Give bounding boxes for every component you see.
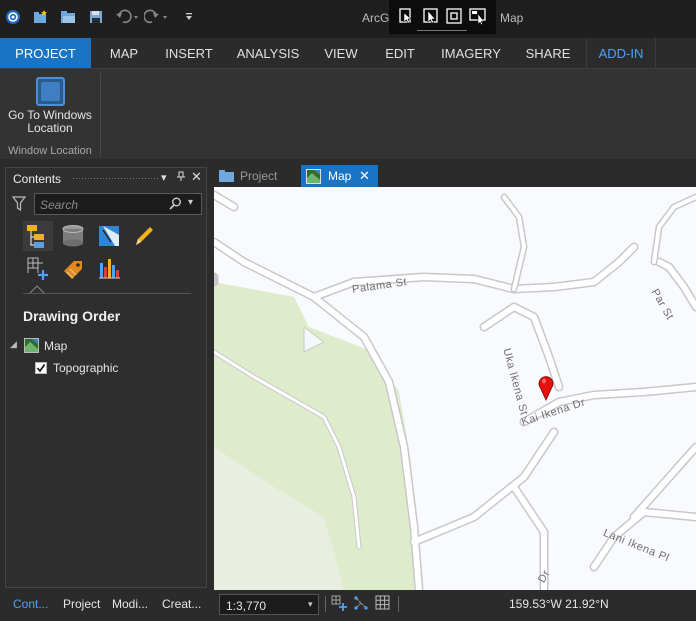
map-tab-icon bbox=[306, 169, 321, 187]
coordinate-readout: 159.53°W 21.92°N bbox=[509, 597, 609, 611]
view-tab-map-label: Map bbox=[328, 169, 352, 183]
tab-catalog-project[interactable]: Project bbox=[63, 597, 100, 611]
pin-icon[interactable] bbox=[176, 171, 186, 185]
list-by-snapping-icon[interactable] bbox=[23, 253, 53, 283]
tree-item-map[interactable]: ◢ Map bbox=[10, 338, 200, 354]
window-title-map: Map bbox=[500, 11, 524, 25]
tab-imagery[interactable]: IMAGERY bbox=[432, 38, 510, 68]
map-icon bbox=[24, 338, 39, 356]
status-separator bbox=[325, 596, 326, 612]
tab-modify-features[interactable]: Modi... bbox=[112, 597, 148, 611]
ribbon-tabs: PROJECT MAP INSERT ANALYSIS VIEW EDIT IM… bbox=[0, 38, 696, 68]
snapping-icon[interactable] bbox=[353, 595, 369, 614]
pane-menu-icon[interactable]: ▾ bbox=[161, 171, 167, 184]
map-view[interactable]: Palama St Uka Ikena St Kai Ikena Dr Par … bbox=[214, 187, 696, 590]
contents-pane: Contents ▾ ✕ Search ▾ Drawing Order ◢ Ma… bbox=[5, 167, 207, 588]
grid-icon[interactable] bbox=[375, 595, 390, 613]
search-input[interactable]: Search ▾ bbox=[34, 193, 202, 215]
pane-bottom-tabs: Cont... Project Modi... Creat... bbox=[5, 589, 207, 621]
list-charts-icon[interactable] bbox=[94, 253, 124, 283]
scale-value: 1:3,770 bbox=[226, 599, 267, 613]
map-status-bar: 1:3,770 ▾ 159.53°W 21.92°N bbox=[213, 590, 696, 621]
view-divider bbox=[23, 293, 191, 294]
contents-title: Contents bbox=[13, 172, 62, 186]
drawing-order-heading: Drawing Order bbox=[23, 308, 121, 324]
map-canvas bbox=[214, 190, 696, 590]
project-folder-icon bbox=[219, 169, 234, 185]
view-tab-project-label: Project bbox=[240, 169, 278, 183]
tab-create-features[interactable]: Creat... bbox=[162, 597, 201, 611]
ribbon-separator bbox=[100, 73, 101, 157]
arcgis-logo-icon[interactable] bbox=[4, 8, 22, 26]
title-bar: ArcG Map bbox=[0, 0, 696, 38]
tab-add-in[interactable]: ADD-IN bbox=[586, 38, 656, 68]
ribbon: Go To Windows Location Window Location bbox=[0, 68, 696, 159]
window-title: ArcG bbox=[362, 11, 390, 25]
close-icon[interactable]: ✕ bbox=[191, 169, 202, 185]
view-tab-map[interactable]: Map ✕ bbox=[301, 165, 378, 187]
search-dropdown-icon[interactable]: ▾ bbox=[188, 197, 193, 208]
go-to-windows-location-button[interactable]: Go To Windows Location bbox=[3, 74, 97, 139]
list-by-labeling-icon[interactable] bbox=[58, 253, 88, 283]
tab-map[interactable]: MAP bbox=[96, 38, 152, 68]
select-cursor-icon[interactable] bbox=[422, 7, 440, 28]
location-marker-icon[interactable] bbox=[538, 375, 554, 404]
filter-icon[interactable] bbox=[11, 196, 27, 215]
toolbar-grip[interactable] bbox=[417, 30, 467, 31]
tab-view[interactable]: VIEW bbox=[313, 38, 369, 68]
list-by-selection-icon[interactable] bbox=[94, 221, 124, 251]
grid-add-icon[interactable] bbox=[331, 595, 347, 614]
tab-insert[interactable]: INSERT bbox=[155, 38, 223, 68]
undo-icon[interactable] bbox=[114, 8, 142, 26]
tab-contents[interactable]: Cont... bbox=[13, 597, 48, 611]
tree-item-topographic-label[interactable]: Topographic bbox=[53, 361, 118, 375]
tree-item-map-label: Map bbox=[44, 339, 68, 353]
collapse-icon[interactable]: ◢ bbox=[10, 339, 17, 350]
tab-share[interactable]: SHARE bbox=[515, 38, 581, 68]
redo-icon[interactable] bbox=[143, 8, 171, 26]
window-location-icon bbox=[36, 77, 65, 106]
search-placeholder: Search bbox=[40, 198, 79, 212]
go-to-windows-location-label: Go To Windows Location bbox=[8, 108, 92, 135]
scale-selector[interactable]: 1:3,770 ▾ bbox=[219, 594, 319, 615]
ribbon-group-label: Window Location bbox=[8, 145, 92, 157]
tab-analysis[interactable]: ANALYSIS bbox=[228, 38, 308, 68]
search-icon[interactable] bbox=[169, 197, 182, 213]
select-features-icon[interactable] bbox=[398, 7, 416, 28]
close-tab-icon[interactable]: ✕ bbox=[359, 168, 370, 184]
floating-selection-toolbar bbox=[389, 0, 496, 34]
pane-grip[interactable] bbox=[72, 177, 160, 180]
customize-icon[interactable] bbox=[180, 8, 198, 26]
layer-visibility-checkbox[interactable] bbox=[35, 362, 47, 374]
view-tab-project[interactable]: Project bbox=[213, 165, 297, 187]
tab-project[interactable]: PROJECT bbox=[0, 38, 91, 68]
clear-selection-icon[interactable] bbox=[445, 7, 463, 28]
view-tabs: Project Map ✕ bbox=[213, 165, 696, 187]
select-by-window-icon[interactable] bbox=[469, 7, 487, 28]
list-by-data-source-icon[interactable] bbox=[58, 221, 88, 251]
tab-edit[interactable]: EDIT bbox=[373, 38, 427, 68]
new-project-icon[interactable] bbox=[31, 8, 49, 26]
chevron-down-icon[interactable]: ▾ bbox=[308, 599, 313, 610]
contents-header: Contents ▾ ✕ bbox=[6, 168, 206, 188]
save-project-icon[interactable] bbox=[87, 8, 105, 26]
list-by-editing-icon[interactable] bbox=[129, 221, 159, 251]
status-separator bbox=[398, 596, 399, 612]
list-by-drawing-order-icon[interactable] bbox=[23, 221, 53, 251]
open-project-icon[interactable] bbox=[59, 8, 77, 26]
